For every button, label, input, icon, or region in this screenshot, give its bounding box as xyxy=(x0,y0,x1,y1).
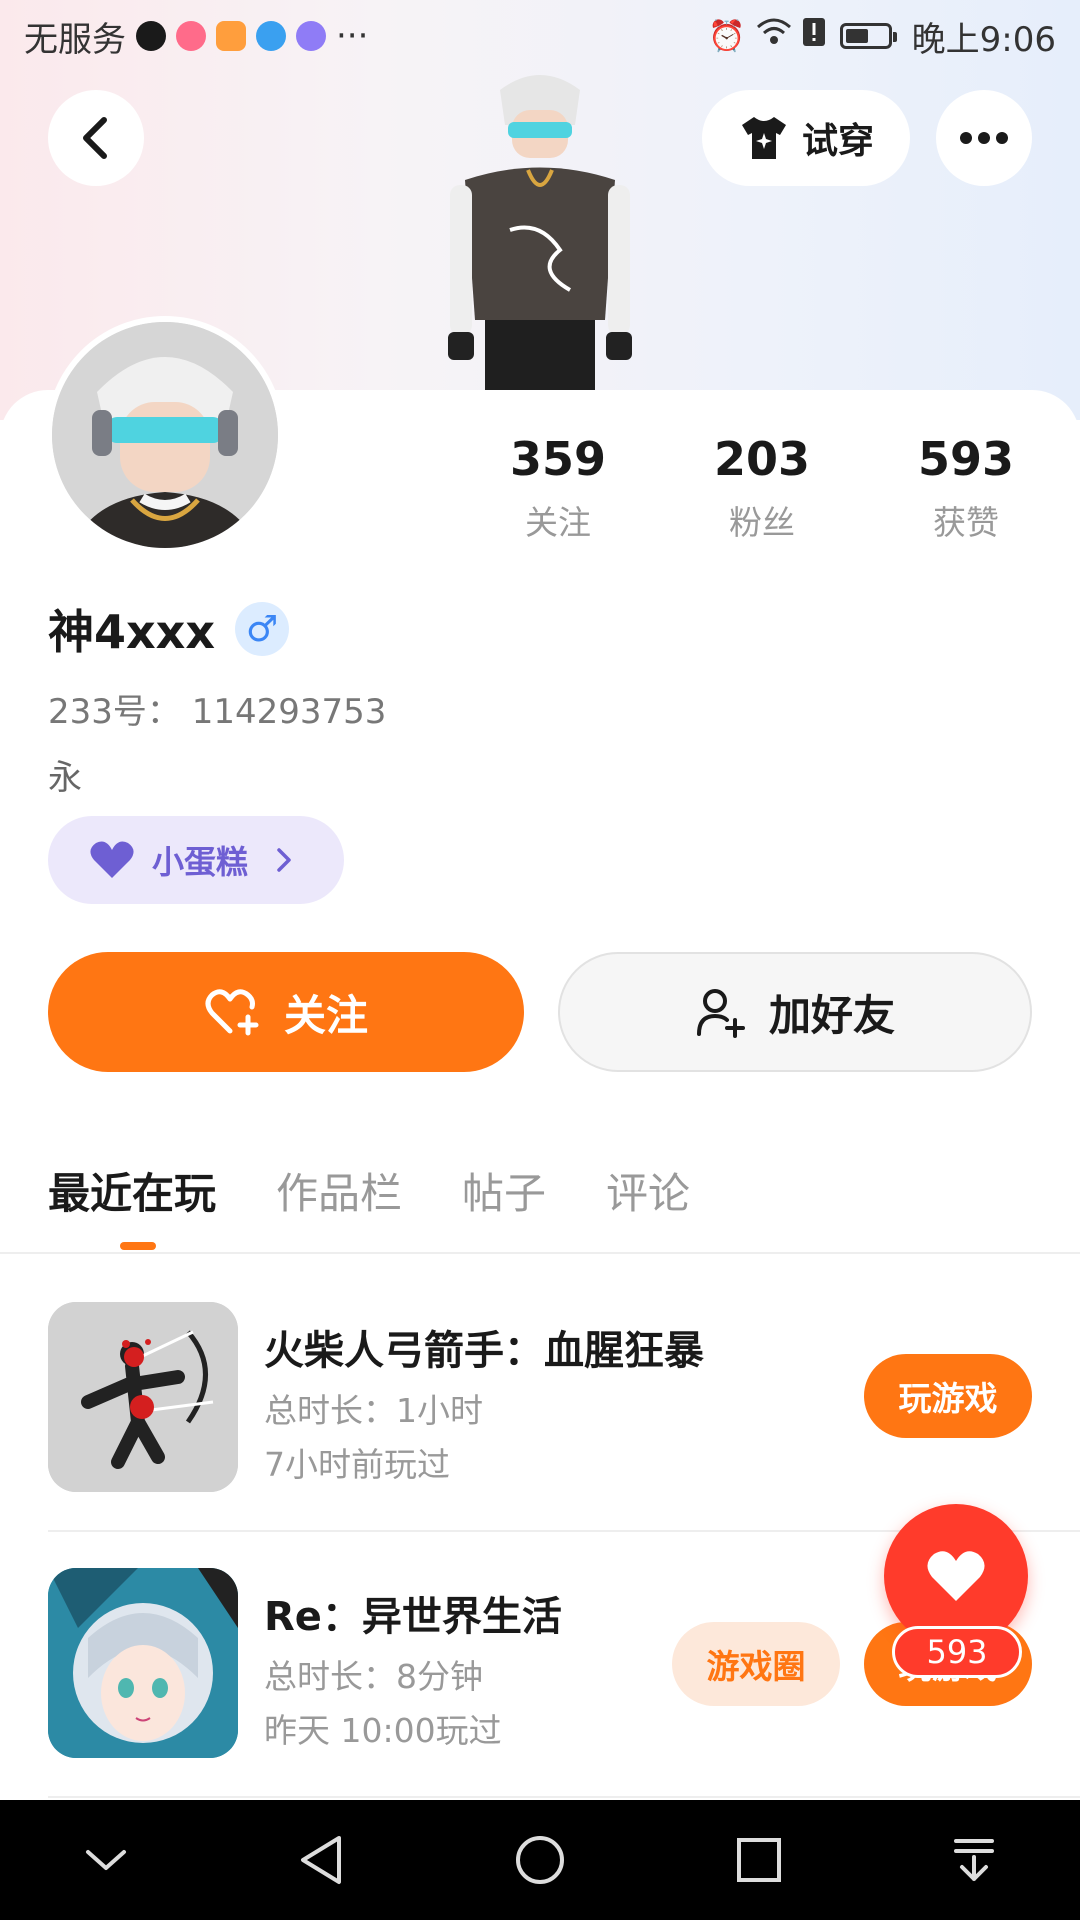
bio: 永 xyxy=(48,758,82,798)
clock-text: 晚上9:06 xyxy=(911,19,1056,60)
play-game-button[interactable]: 玩游戏 xyxy=(864,1354,1032,1438)
try-on-button[interactable]: 试穿 xyxy=(702,90,910,186)
heart-icon xyxy=(927,1551,985,1601)
try-on-label: 试穿 xyxy=(801,121,874,162)
follow-label: 关注 xyxy=(283,990,368,1040)
more-options-button[interactable] xyxy=(936,90,1032,186)
stat-likes[interactable]: 593 获赞 xyxy=(876,432,1056,544)
following-label: 关注 xyxy=(525,503,591,542)
add-user-icon xyxy=(696,989,745,1038)
profile-tabs: 最近在玩 作品栏 帖子 评论 xyxy=(48,1160,690,1221)
avatar-character-illustration xyxy=(448,75,632,390)
stats-row: 359 关注 203 粉丝 593 获赞 xyxy=(0,432,1080,552)
recents-square-icon[interactable] xyxy=(735,1836,783,1884)
username-row: 神4xxx ♂ xyxy=(48,596,290,662)
tabs-divider xyxy=(0,1252,1080,1254)
game-last-played: 昨天 10:00玩过 xyxy=(264,1711,502,1750)
tab-recently-played[interactable]: 最近在玩 xyxy=(48,1160,216,1221)
game-circle-button[interactable]: 游戏圈 xyxy=(672,1622,840,1706)
fans-label: 粉丝 xyxy=(729,503,795,542)
game-row[interactable]: 火柴人弓箭手：血腥狂暴 总时长：1小时 7小时前玩过 玩游戏 xyxy=(48,1302,1080,1492)
add-friend-label: 加好友 xyxy=(768,990,895,1040)
chevron-down-icon[interactable] xyxy=(84,1846,128,1874)
tiktok-icon xyxy=(136,21,166,51)
chevron-right-icon xyxy=(277,848,291,872)
system-nav-bar xyxy=(0,1800,1080,1920)
row-divider xyxy=(48,1796,1080,1798)
app-icon xyxy=(216,21,246,51)
username: 神4xxx xyxy=(48,605,216,659)
fans-count: 203 xyxy=(713,432,811,486)
likes-count: 593 xyxy=(917,432,1015,486)
add-friend-button[interactable]: 加好友 xyxy=(558,952,1032,1072)
following-count: 359 xyxy=(509,432,607,486)
game-last-played: 7小时前玩过 xyxy=(264,1445,450,1484)
active-tab-indicator xyxy=(120,1242,156,1250)
wifi-icon xyxy=(756,17,792,55)
notification-pull-icon[interactable] xyxy=(952,1837,996,1883)
tshirt-icon xyxy=(741,117,786,159)
game-name: Re：异世界生活 xyxy=(264,1594,562,1640)
music-icon xyxy=(296,21,326,51)
game-icon-re-zero xyxy=(48,1568,238,1758)
heart-icon xyxy=(90,841,134,878)
battery-icon xyxy=(839,23,897,49)
status-bar: 无服务 ··· ⏰ 晚上9:06 xyxy=(0,0,1080,72)
user-id: 233号： 114293753 xyxy=(48,692,387,732)
tab-comments[interactable]: 评论 xyxy=(606,1160,690,1221)
heart-plus-icon xyxy=(205,989,259,1036)
alert-icon xyxy=(802,17,826,55)
likes-label: 获赞 xyxy=(933,503,999,542)
floating-like-count: 593 xyxy=(892,1626,1022,1678)
home-circle-icon[interactable] xyxy=(514,1834,566,1886)
stat-following[interactable]: 359 关注 xyxy=(468,432,648,544)
tab-posts[interactable]: 帖子 xyxy=(462,1160,546,1221)
game-duration: 总时长：1小时 xyxy=(264,1391,483,1430)
tab-works[interactable]: 作品栏 xyxy=(276,1160,402,1221)
cake-badge-label: 小蛋糕 xyxy=(152,843,249,881)
male-gender-icon: ♂ xyxy=(235,602,290,656)
game-name: 火柴人弓箭手：血腥狂暴 xyxy=(264,1328,704,1374)
chevron-left-icon xyxy=(83,117,107,159)
browser-icon xyxy=(256,21,286,51)
status-left: 无服务 ··· xyxy=(24,12,368,61)
back-triangle-icon[interactable] xyxy=(297,1834,345,1886)
follow-button[interactable]: 关注 xyxy=(48,952,524,1072)
back-button[interactable] xyxy=(48,90,144,186)
more-dots-icon xyxy=(960,132,972,144)
game-icon-stickman-archer xyxy=(48,1302,238,1492)
cake-badge-button[interactable]: 小蛋糕 xyxy=(48,816,344,904)
status-right: ⏰ 晚上9:06 xyxy=(708,12,1056,61)
profile-page: 无服务 ··· ⏰ 晚上9:06 试穿 359 关注 203 粉丝 593 获赞… xyxy=(0,0,1080,1920)
more-notifications: ··· xyxy=(336,16,369,56)
carrier-text: 无服务 xyxy=(24,19,126,60)
stat-fans[interactable]: 203 粉丝 xyxy=(672,432,852,544)
alarm-icon: ⏰ xyxy=(708,18,746,54)
game-duration: 总时长：8分钟 xyxy=(264,1657,483,1696)
app-icon xyxy=(176,21,206,51)
